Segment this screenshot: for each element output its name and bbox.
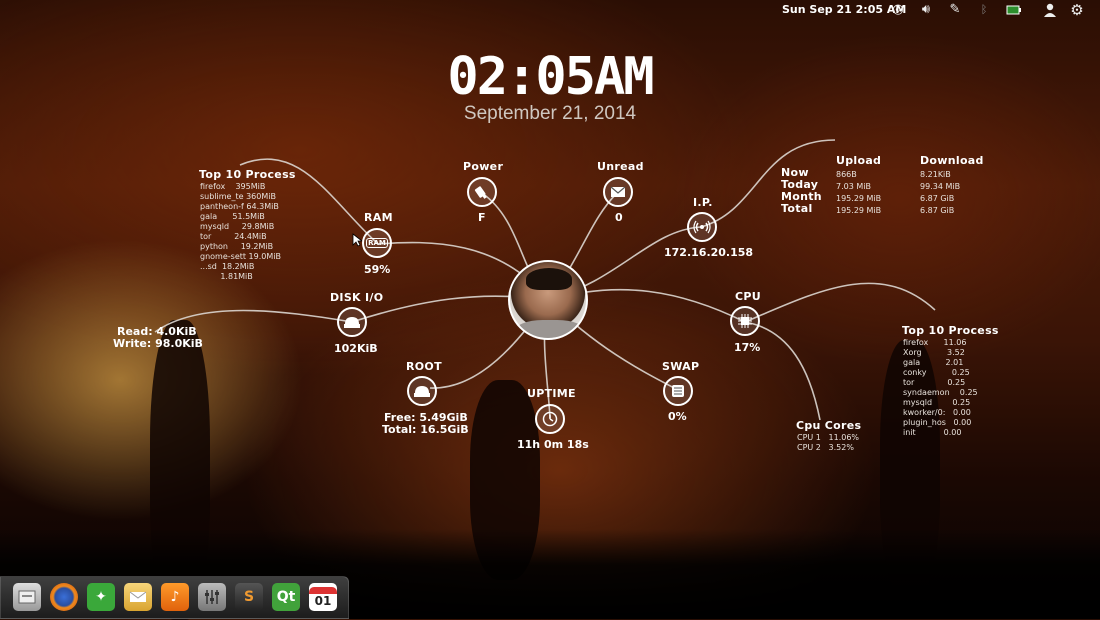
top-cpu-list: firefox 11.06 Xorg 3.52 gala 2.01 conky … [903, 338, 978, 438]
uptime-node [535, 404, 565, 434]
net-periods: Now Today Month Total [781, 167, 822, 215]
harddisk-icon [344, 317, 360, 328]
top-mem-list: firefox 395MiB sublime_te 360MiB pantheo… [200, 182, 281, 282]
top-cpu-row: mysqld 0.25 [903, 398, 971, 407]
top-mem-row: 1.81MiB [200, 272, 253, 281]
upload-label: Upload [836, 154, 882, 167]
dock: ✦ ♪ S Qt 01 [0, 576, 349, 619]
settings-app-icon[interactable] [198, 583, 226, 611]
memory-icon [672, 385, 684, 397]
top-mem-row: python 19.2MiB [200, 242, 274, 251]
cpu-core-row: CPU 1 11.06% [797, 433, 860, 442]
cpu-label: CPU [735, 290, 761, 303]
ip-node [687, 212, 717, 242]
cpu-node [730, 306, 760, 336]
avatar-hair [526, 268, 572, 290]
upload-value: 195.29 MiB [836, 194, 882, 203]
root-label: ROOT [406, 360, 442, 373]
power-label: Power [463, 160, 504, 173]
qt-creator-app-icon[interactable]: Qt [272, 583, 300, 611]
calendar-header [309, 586, 337, 594]
cpu-cores-list: CPU 1 11.06% CPU 2 3.52% [797, 433, 859, 453]
top-mem-row: sublime_te 360MiB [200, 192, 276, 201]
top-mem-label: Top 10 Process [199, 168, 296, 181]
power-node [467, 177, 497, 207]
mail-icon [610, 186, 626, 197]
top-cpu-row: kworker/0: 0.00 [903, 408, 971, 417]
uptime-label: UPTIME [527, 387, 576, 400]
ram-icon: RAM [366, 238, 388, 248]
unread-value: 0 [615, 211, 623, 224]
ram-node: RAM [362, 228, 392, 258]
swap-label: SWAP [662, 360, 700, 373]
disk-value: 102KiB [334, 342, 378, 355]
music-app-icon[interactable]: ♪ [161, 583, 189, 611]
net-period: Total [781, 202, 813, 215]
calendar-day: 01 [314, 593, 332, 608]
calendar-app-icon[interactable]: 01 [309, 583, 337, 611]
download-value: 99.34 MiB [920, 182, 961, 191]
disk-node [337, 307, 367, 337]
ram-label: RAM [364, 211, 393, 224]
mouse-cursor-icon [352, 233, 362, 247]
top-cpu-row: plugin_hos 0.00 [903, 418, 972, 427]
top-mem-row: tor 24.4MiB [200, 232, 267, 241]
disk-write: Write: 98.0KiB [113, 337, 203, 350]
unread-label: Unread [597, 160, 644, 173]
top-mem-row: firefox 395MiB [200, 182, 266, 191]
usb-icon [474, 186, 487, 199]
power-value: F [478, 211, 486, 224]
swap-node [663, 376, 693, 406]
top-mem-row: mysqld 29.8MiB [200, 222, 275, 231]
cpu-cores-label: Cpu Cores [796, 419, 862, 432]
top-cpu-row: firefox 11.06 [903, 338, 967, 347]
unread-node [603, 177, 633, 207]
firefox-app-icon[interactable] [50, 583, 78, 611]
ip-label: I.P. [693, 196, 713, 209]
clock-icon [542, 411, 558, 427]
top-cpu-label: Top 10 Process [902, 324, 999, 337]
upload-value: 866B [836, 170, 857, 179]
browser-app-icon[interactable]: ✦ [87, 583, 115, 611]
top-cpu-row: init 0.00 [903, 428, 962, 437]
sublime-app-icon[interactable]: S [235, 583, 263, 611]
ram-value: 59% [364, 263, 391, 276]
disk-label: DISK I/O [330, 291, 384, 304]
wireless-icon [693, 220, 711, 234]
top-mem-row: ...sd 18.2MiB [200, 262, 255, 271]
harddisk-icon [414, 386, 430, 397]
top-mem-row: gnome-sett 19.0MiB [200, 252, 281, 261]
avatar-shirt [514, 320, 586, 338]
root-node [407, 376, 437, 406]
top-cpu-row: tor 0.25 [903, 378, 966, 387]
root-total: Total: 16.5GiB [382, 423, 469, 436]
top-cpu-row: Xorg 3.52 [903, 348, 965, 357]
top-cpu-row: syndaemon 0.25 [903, 388, 978, 397]
top-cpu-row: conky 0.25 [903, 368, 970, 377]
uptime-value: 11h 0m 18s [517, 438, 589, 451]
top-cpu-row: gala 2.01 [903, 358, 964, 367]
files-app-icon[interactable] [13, 583, 41, 611]
upload-value: 7.03 MiB [836, 182, 871, 191]
upload-values: 866B 7.03 MiB 195.29 MiB 195.29 MiB [836, 169, 881, 217]
swap-value: 0% [668, 410, 687, 423]
top-mem-row: pantheon-f 64.3MiB [200, 202, 279, 211]
cpu-value: 17% [734, 341, 761, 354]
mail-app-icon[interactable] [124, 583, 152, 611]
upload-value: 195.29 MiB [836, 206, 882, 215]
user-avatar [508, 260, 588, 340]
download-label: Download [920, 154, 984, 167]
cpu-core-row: CPU 2 3.52% [797, 443, 854, 452]
cpu-chip-icon [738, 314, 752, 328]
top-mem-row: gala 51.5MiB [200, 212, 265, 221]
download-value: 8.21KiB [920, 170, 951, 179]
download-value: 6.87 GiB [920, 206, 955, 215]
download-value: 6.87 GiB [920, 194, 955, 203]
ip-value: 172.16.20.158 [664, 246, 754, 259]
download-values: 8.21KiB 99.34 MiB 6.87 GiB 6.87 GiB [920, 169, 960, 217]
